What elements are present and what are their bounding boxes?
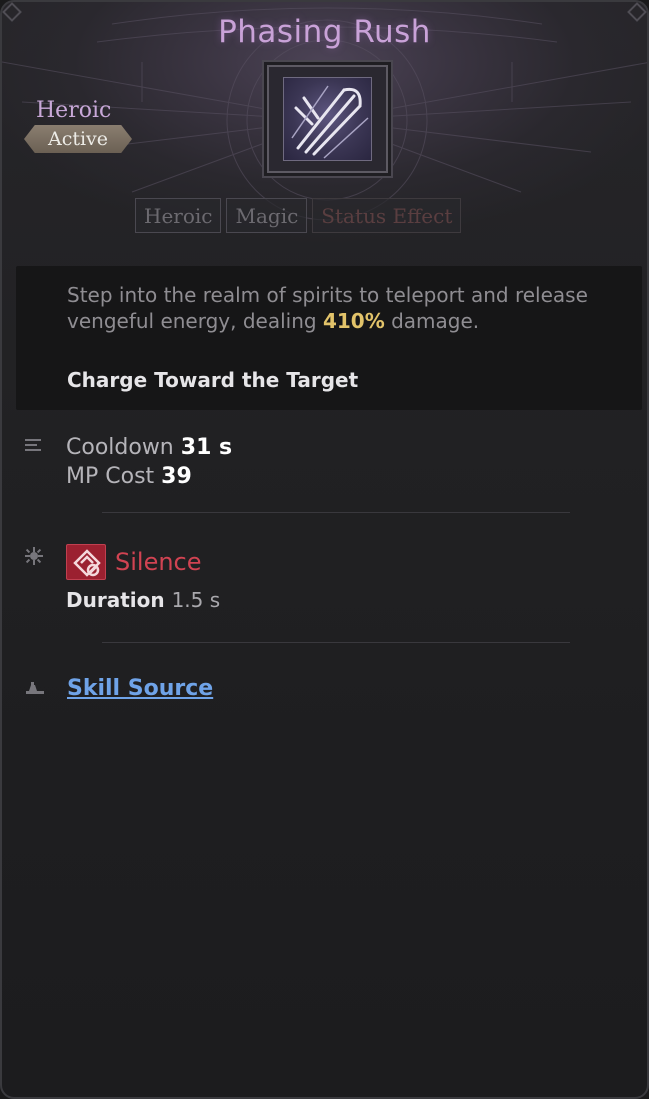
gear-icon	[24, 546, 44, 571]
description-text-end: damage.	[384, 309, 480, 333]
effect-duration: Duration 1.5 s	[66, 588, 220, 612]
cooldown-value: 31 s	[180, 435, 233, 460]
tag-heroic: Heroic	[135, 198, 222, 233]
effect-name: Silence	[115, 548, 202, 576]
divider	[102, 642, 570, 643]
skill-source-link[interactable]: Skill Source	[67, 676, 213, 701]
anvil-icon	[24, 680, 46, 701]
mp-cost-value: 39	[161, 464, 192, 489]
skill-tooltip-panel: Phasing Rush Heroic Active Heroic Magic …	[0, 0, 649, 1099]
list-icon	[25, 438, 43, 459]
tag-status-effect: Status Effect	[312, 198, 462, 233]
skill-type-plate: Active	[24, 125, 132, 153]
skill-description: Step into the realm of spirits to telepo…	[67, 282, 627, 334]
mp-cost-stat: MP Cost 39	[66, 464, 192, 489]
claw-slash-icon	[283, 77, 372, 161]
duration-value: 1.5 s	[171, 588, 221, 612]
divider	[102, 512, 570, 513]
duration-label: Duration	[66, 588, 165, 612]
tag-magic: Magic	[226, 198, 308, 233]
skill-icon-frame	[267, 65, 388, 173]
silence-icon	[66, 544, 106, 580]
cooldown-stat: Cooldown 31 s	[66, 435, 232, 460]
damage-value: 410%	[322, 309, 385, 333]
skill-grade: Heroic	[36, 98, 112, 123]
skill-subline: Charge Toward the Target	[67, 368, 359, 392]
skill-tags: Heroic Magic Status Effect	[135, 198, 462, 233]
skill-type-label: Active	[47, 128, 109, 150]
skill-title: Phasing Rush	[218, 14, 431, 50]
mp-cost-label: MP Cost	[66, 464, 155, 489]
cooldown-label: Cooldown	[66, 435, 174, 460]
